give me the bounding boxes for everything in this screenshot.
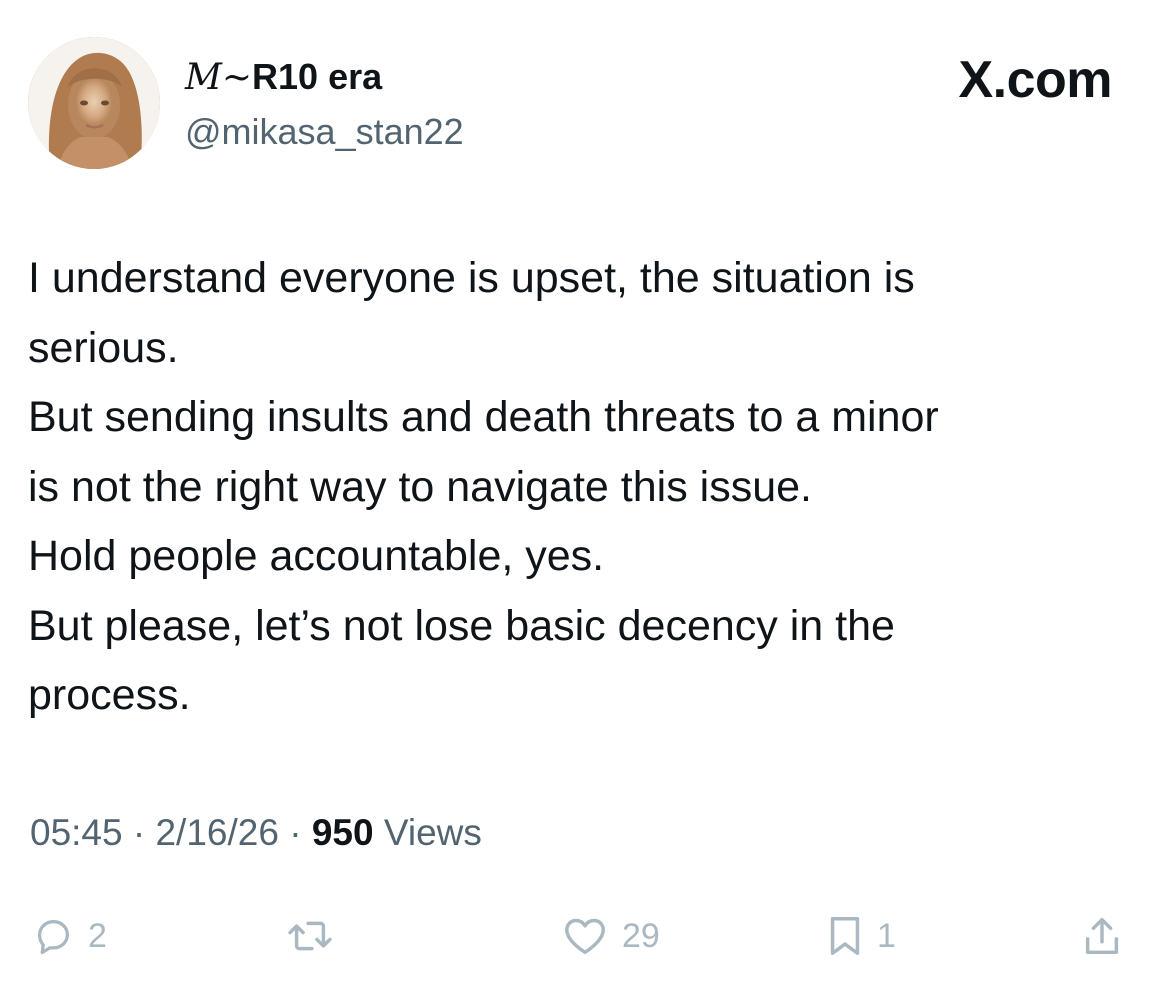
display-name-script: M~	[185, 57, 253, 98]
x-com-logo: X.com	[958, 51, 1112, 109]
tweet-line: Hold people accountable, yes.	[28, 532, 605, 580]
tweet-line: But please, let’s not lose basic decency…	[28, 601, 895, 650]
views-count: 950	[311, 812, 374, 853]
user-handle[interactable]: @mikasa_stan22	[185, 110, 464, 154]
share-button[interactable]	[1080, 900, 1124, 972]
tweet-card: M~R10 era @mikasa_stan22 X.com I underst…	[0, 0, 1170, 986]
like-count: 29	[622, 917, 660, 955]
retweet-button[interactable]	[284, 900, 348, 972]
share-icon	[1080, 913, 1124, 959]
tweet-line: process.	[28, 671, 191, 719]
bookmark-count: 1	[877, 917, 896, 955]
meta-separator: ·	[132, 812, 146, 853]
heart-icon	[560, 913, 610, 959]
tweet-meta: 05:45 · 2/16/26 · 950 Views	[30, 808, 482, 858]
bookmark-button[interactable]: 1	[825, 900, 896, 972]
tweet-time[interactable]: 05:45	[30, 812, 123, 853]
tweet-text: I understand everyone is upset, the situ…	[28, 244, 1138, 731]
bookmark-icon	[825, 913, 865, 959]
action-bar: 2 29 1	[0, 900, 1170, 972]
retweet-icon	[284, 913, 336, 959]
tweet-line: I understand everyone is upset, the situ…	[28, 254, 915, 302]
meta-separator: ·	[289, 812, 302, 853]
display-name[interactable]: M~R10 era	[185, 55, 382, 100]
tweet-line: is not the right way to navigate this is…	[28, 462, 812, 511]
tweet-line: But sending insults and death threats to…	[28, 393, 939, 441]
tweet-line: serious.	[28, 323, 179, 372]
reply-icon	[30, 913, 76, 959]
display-name-text: R10 era	[252, 56, 383, 97]
views-label: Views	[383, 812, 482, 853]
like-button[interactable]: 29	[560, 900, 660, 972]
avatar[interactable]	[28, 37, 160, 169]
reply-button[interactable]: 2	[30, 900, 107, 972]
reply-count: 2	[88, 917, 107, 955]
tweet-date[interactable]: 2/16/26	[155, 812, 278, 853]
avatar-image	[28, 37, 160, 169]
